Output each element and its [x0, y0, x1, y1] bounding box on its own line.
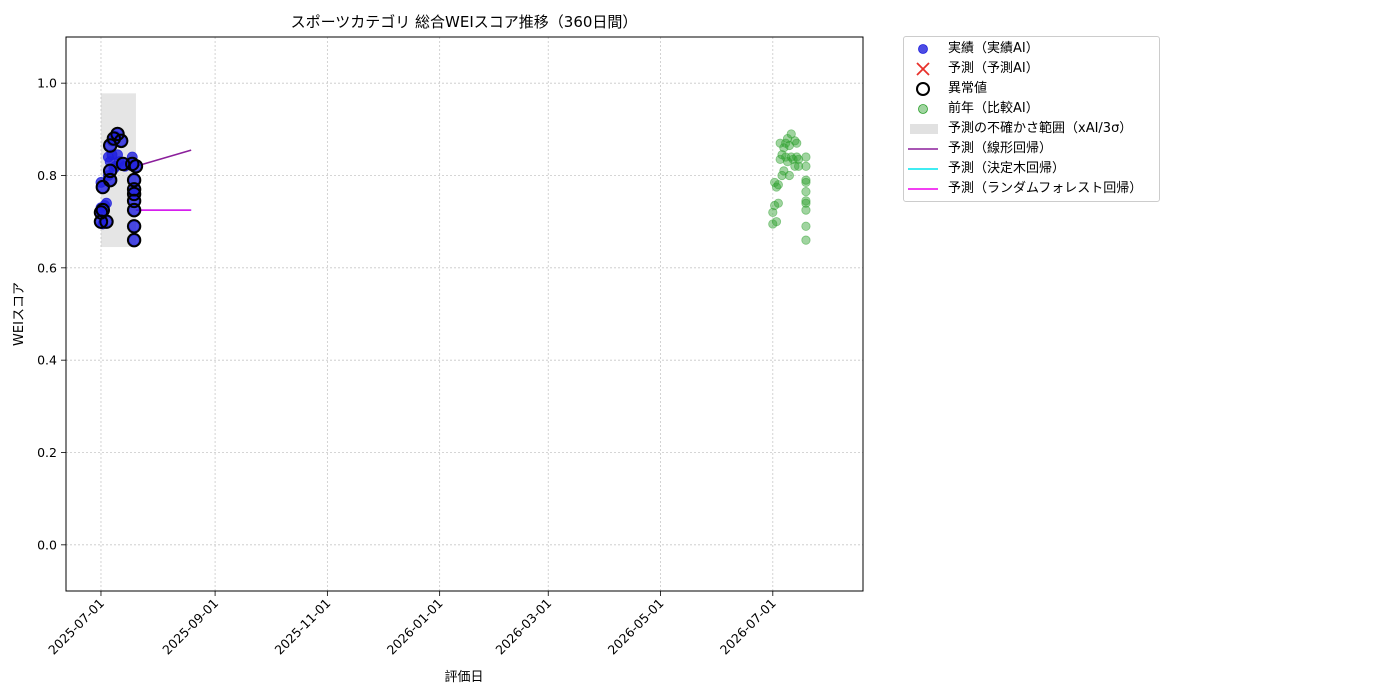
legend-item-anomaly: 異常値 — [904, 79, 1159, 99]
legend-swatch-forest — [908, 188, 938, 190]
legend-item-linear: 予測（線形回帰） — [904, 139, 1159, 159]
legend-swatch-pred — [916, 62, 930, 76]
legend-dot-icon — [918, 104, 928, 114]
legend-swatch-tree — [908, 168, 938, 170]
legend-swatch-actual — [918, 44, 928, 54]
x-tick-label: 2026-03-01 — [492, 596, 554, 658]
legend-label-anomaly: 異常値 — [948, 81, 988, 96]
y-tick-label: 0.0 — [37, 537, 57, 552]
legend-item-tree: 予測（決定木回帰） — [904, 159, 1159, 179]
legend-item-actual: 実績（実績AI） — [904, 39, 1159, 59]
y-tick-label: 0.2 — [37, 445, 57, 460]
legend-swatch-linear — [908, 148, 938, 150]
actual-point — [128, 234, 140, 246]
chart-title: スポーツカテゴリ 総合WEIスコア推移（360日間） — [291, 13, 638, 31]
prev-year-point — [801, 221, 811, 231]
legend-swatch-prev — [918, 104, 928, 114]
legend-dot-icon — [918, 44, 928, 54]
x-tick-label: 2026-07-01 — [717, 596, 779, 658]
y-tick-label: 0.4 — [37, 353, 57, 368]
y-tick-label: 0.8 — [37, 168, 57, 183]
prev-year-point — [784, 170, 794, 181]
plot-background — [66, 37, 863, 591]
prev-year-point — [792, 138, 802, 148]
y-axis-label: WEIスコア — [12, 282, 27, 346]
legend-label-actual: 実績（実績AI） — [948, 41, 1039, 56]
x-tick-label: 2025-09-01 — [159, 596, 221, 658]
x-tick-label: 2026-05-01 — [605, 596, 667, 658]
prev-year-point — [801, 161, 811, 171]
x-axis-label: 評価日 — [444, 670, 483, 685]
y-tick-label: 0.6 — [37, 260, 57, 275]
legend-label-pred: 予測（予測AI） — [948, 61, 1039, 76]
prev-year-point — [801, 205, 811, 215]
legend-label-linear: 予測（線形回帰） — [948, 141, 1053, 156]
legend-swatch-anomaly — [916, 82, 930, 96]
prev-year-point — [801, 152, 811, 162]
legend-rect-icon — [910, 124, 938, 134]
prev-year-point — [773, 198, 783, 208]
legend-label-prev: 前年（比較AI） — [948, 101, 1039, 116]
prev-year-point — [773, 180, 783, 190]
legend: 実績（実績AI） 予測（予測AI） 異常値前年（比較AI） 予測の不確かさ範囲（xAI… — [903, 36, 1160, 202]
x-tick-label: 2025-11-01 — [272, 596, 334, 658]
y-tick-label: 1.0 — [37, 76, 57, 91]
legend-item-pred: 予測（予測AI） — [904, 59, 1159, 79]
chart-canvas: 2025-07-01 2025-09-01 2025-11-01 2026-01-01… — [12, 13, 864, 685]
actual-point — [128, 220, 140, 232]
prev-year-point — [801, 235, 811, 245]
legend-label-forest: 予測（ランダムフォレスト回帰） — [948, 181, 1143, 196]
prev-year-point — [771, 217, 782, 227]
x-tick-label: 2025-07-01 — [45, 596, 107, 658]
x-tick-label: 2026-01-01 — [384, 596, 446, 658]
legend-item-forest: 予測（ランダムフォレスト回帰） — [904, 179, 1159, 199]
legend-ring-icon — [916, 82, 930, 96]
prev-year-point — [801, 177, 811, 188]
plot-area — [66, 37, 863, 591]
prev-year-point — [801, 187, 811, 197]
legend-item-band: 予測の不確かさ範囲（xAI/3σ） — [904, 119, 1159, 139]
legend-label-band: 予測の不確かさ範囲（xAI/3σ） — [948, 121, 1133, 136]
legend-label-tree: 予測（決定木回帰） — [948, 161, 1066, 176]
legend-item-prev: 前年（比較AI） — [904, 99, 1159, 119]
legend-swatch-band — [910, 124, 938, 134]
